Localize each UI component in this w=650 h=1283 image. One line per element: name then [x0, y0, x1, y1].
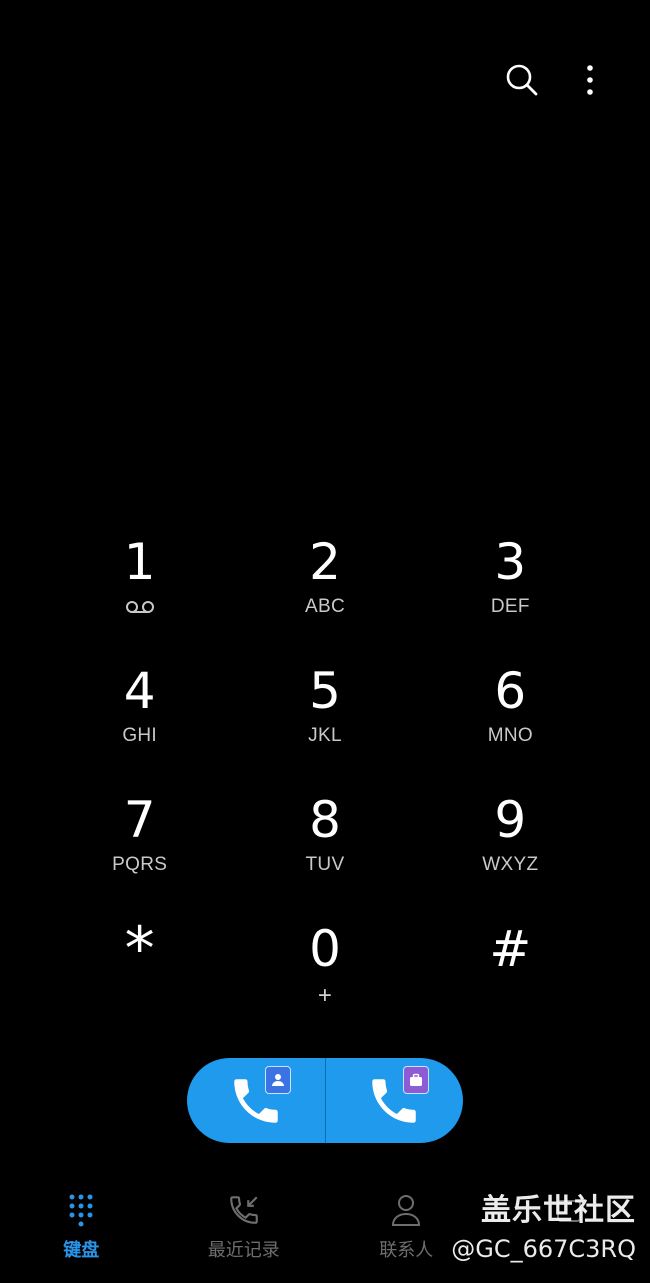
key-star[interactable]: *: [47, 917, 232, 1046]
key-plus: +: [317, 982, 333, 1009]
key-digit: 2: [309, 533, 341, 591]
key-5[interactable]: 5 JKL: [232, 659, 417, 788]
key-digit: *: [124, 914, 155, 984]
key-letters: WXYZ: [482, 854, 539, 875]
key-letters: MNO: [487, 725, 533, 746]
dialpad-icon: [68, 1190, 94, 1230]
key-digit: 8: [309, 791, 341, 849]
nav-label: 最近记录: [207, 1240, 280, 1261]
key-hash[interactable]: #: [418, 917, 603, 1046]
key-2[interactable]: 2 ABC: [232, 530, 417, 659]
contact-badge-icon: [264, 1066, 291, 1094]
key-digit: 9: [494, 791, 527, 849]
key-digit: 6: [494, 662, 527, 720]
key-letters: ABC: [305, 596, 345, 617]
watermark-user: @GC_667C3RQ: [451, 1235, 636, 1263]
key-letters: DEF: [490, 596, 530, 617]
more-options-icon[interactable]: [570, 60, 610, 100]
key-letters: TUV: [305, 854, 345, 875]
key-6[interactable]: 6 MNO: [418, 659, 603, 788]
key-letters: PQRS: [112, 854, 168, 875]
call-work-button[interactable]: [326, 1058, 464, 1143]
key-digit: 5: [309, 662, 341, 720]
tab-recents[interactable]: 最近记录: [163, 1190, 326, 1270]
key-letters: JKL: [308, 725, 342, 746]
key-0[interactable]: 0 +: [232, 917, 417, 1046]
key-4[interactable]: 4 GHI: [47, 659, 232, 788]
voicemail-icon: [125, 594, 155, 620]
search-icon[interactable]: [502, 60, 542, 100]
call-buttons: [187, 1058, 463, 1143]
dialpad: 1 2 ABC 3 DEF 4 GHI 5 JKL 6 MNO 7 PQRS 8…: [47, 530, 603, 1046]
key-9[interactable]: 9 WXYZ: [418, 788, 603, 917]
person-icon: [391, 1190, 421, 1230]
recent-calls-icon: [227, 1190, 261, 1230]
key-7[interactable]: 7 PQRS: [47, 788, 232, 917]
tab-keypad[interactable]: 键盘: [0, 1190, 163, 1270]
key-digit: 1: [123, 533, 156, 591]
briefcase-badge-icon: [403, 1066, 429, 1094]
key-digit: #: [489, 920, 532, 978]
key-1[interactable]: 1: [47, 530, 232, 659]
call-personal-button[interactable]: [187, 1058, 325, 1143]
key-digit: 0: [309, 920, 341, 978]
key-3[interactable]: 3 DEF: [418, 530, 603, 659]
top-actions: [502, 60, 610, 100]
key-letters: GHI: [122, 725, 157, 746]
nav-label: 键盘: [63, 1240, 100, 1261]
key-digit: 7: [123, 791, 156, 849]
watermark: 盖乐世社区 @GC_667C3RQ: [451, 1185, 636, 1263]
watermark-title: 盖乐世社区: [481, 1193, 636, 1228]
key-digit: 4: [123, 662, 156, 720]
key-digit: 3: [494, 533, 527, 591]
key-8[interactable]: 8 TUV: [232, 788, 417, 917]
nav-label: 联系人: [379, 1240, 434, 1261]
